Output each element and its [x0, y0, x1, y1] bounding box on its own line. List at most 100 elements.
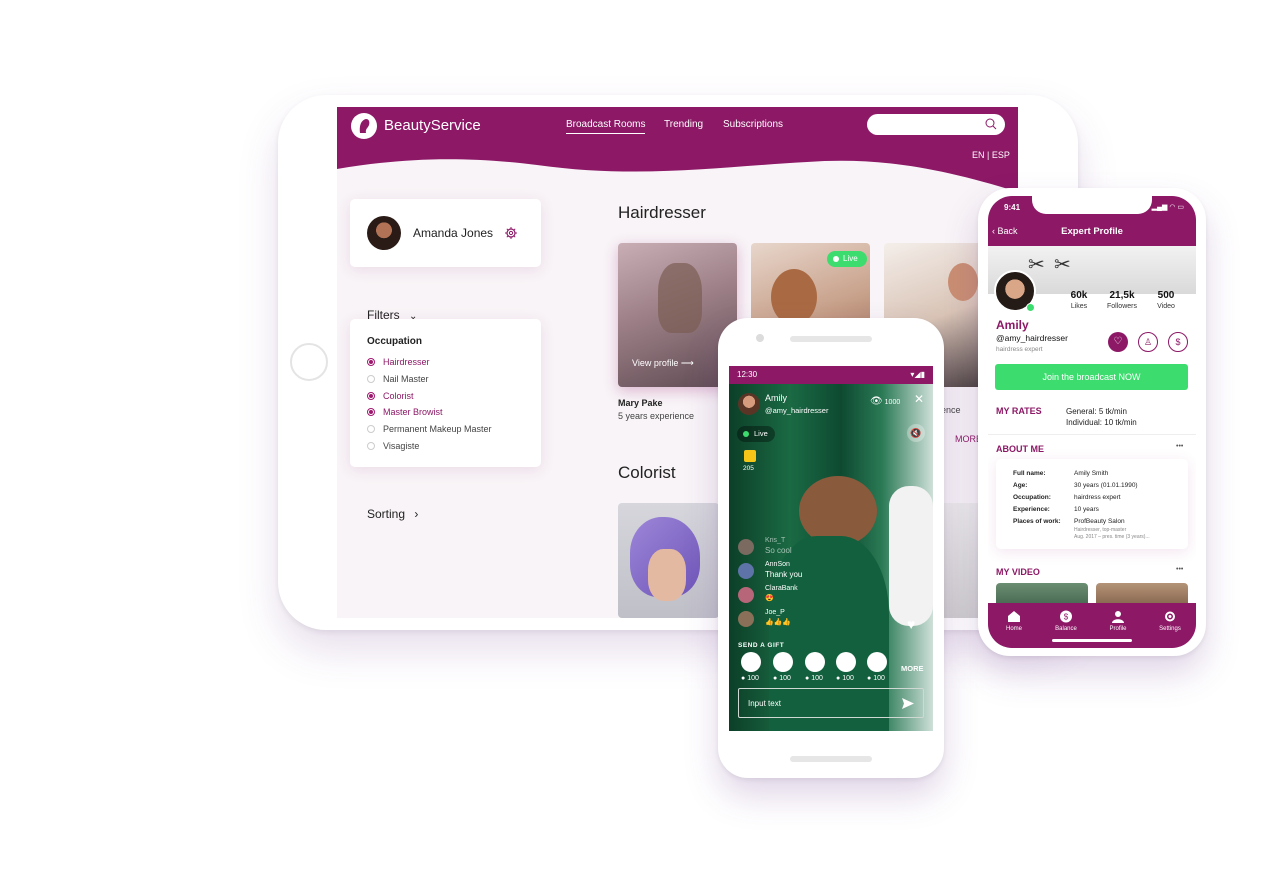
front-camera — [756, 334, 764, 342]
work-subtitle: Hairdresser, top-master — [1074, 527, 1127, 533]
chat-input[interactable]: Input text — [738, 688, 924, 718]
gift-more-button[interactable]: MORE — [901, 664, 924, 673]
chat-text: 👍👍👍 — [765, 619, 792, 626]
radio-icon[interactable] — [367, 358, 375, 366]
tab-balance[interactable]: $ Balance — [1040, 610, 1092, 632]
sorting-toggle[interactable]: Sorting › — [367, 507, 418, 521]
chat-text: So cool — [765, 546, 792, 555]
user-name: Amanda Jones — [413, 226, 494, 240]
tablet-home-button[interactable] — [290, 343, 328, 381]
occupation-label: Nail Master — [383, 374, 429, 384]
section-title-colorist: Colorist — [618, 463, 676, 482]
chat-text: 😍 — [765, 595, 774, 602]
gift-price-value: 100 — [873, 675, 885, 682]
search-input[interactable] — [867, 114, 1005, 135]
nav-trending[interactable]: Trending — [664, 119, 703, 130]
host-name: Amily — [765, 393, 787, 403]
logo-icon[interactable] — [351, 113, 377, 139]
notch — [1032, 196, 1152, 214]
tab-label: Home — [1005, 626, 1022, 632]
stat-video-label: Video — [1157, 303, 1175, 310]
info-key: Full name: — [1013, 470, 1046, 477]
divider — [988, 434, 1196, 435]
stat-video-value: 500 — [1157, 290, 1175, 301]
battery-icon: ▂▄▆ ◠ ▭ — [1151, 204, 1184, 211]
gear-icon[interactable] — [504, 226, 518, 240]
expert-handle: @amy_hairdresser — [996, 333, 1068, 343]
search-icon[interactable] — [985, 118, 997, 130]
about-card: Full name: Amily Smith Age: 30 years (01… — [996, 459, 1188, 549]
send-gift-label: SEND A GIFT — [738, 642, 785, 649]
info-value: hairdress expert — [1074, 494, 1121, 501]
tab-settings[interactable]: Settings — [1144, 610, 1196, 632]
radio-icon[interactable] — [367, 442, 375, 450]
viewer-count: 👁 1000 — [870, 396, 900, 407]
gift-sticker-icon[interactable] — [741, 652, 761, 672]
occupation-visagiste[interactable]: Visagiste — [367, 441, 419, 451]
donate-dollar-icon[interactable]: $ — [1168, 332, 1188, 352]
svg-text:$: $ — [1064, 613, 1069, 622]
tab-label: Balance — [1055, 626, 1077, 632]
user-card[interactable]: Amanda Jones — [350, 199, 541, 267]
occupation-filter: Occupation Hairdresser Nail Master Color… — [350, 319, 541, 467]
info-value: ProfBeauty Salon — [1074, 518, 1125, 525]
occupation-nail-master[interactable]: Nail Master — [367, 374, 429, 384]
radio-icon[interactable] — [367, 375, 375, 383]
scissors-icon: ✂ — [1028, 254, 1045, 276]
avatar[interactable] — [738, 393, 760, 415]
occupation-label: Colorist — [383, 391, 414, 401]
coin-icon — [744, 450, 756, 462]
home-bar — [790, 756, 872, 762]
occupation-label: Hairdresser — [383, 357, 430, 367]
eye-icon: 👁 — [870, 396, 883, 407]
expert-profile-screen: 9:41 ▂▄▆ ◠ ▭ ‹ Back Expert Profile ✂ ✂ 6… — [988, 196, 1196, 648]
gear-icon — [1165, 611, 1175, 622]
close-icon[interactable]: ✕ — [914, 392, 924, 406]
iphone-device: 9:41 ▂▄▆ ◠ ▭ ‹ Back Expert Profile ✂ ✂ 6… — [978, 188, 1206, 656]
like-heart-icon[interactable]: ♡ — [1108, 332, 1128, 352]
balance-dollar-icon: $ — [1060, 610, 1072, 623]
radio-icon[interactable] — [367, 425, 375, 433]
gift-sticker-icon[interactable] — [867, 652, 887, 672]
radio-icon[interactable] — [367, 408, 375, 416]
gift-sticker-icon[interactable] — [805, 652, 825, 672]
avatar — [738, 539, 754, 555]
gift-sticker-icon[interactable] — [773, 652, 793, 672]
mute-icon[interactable]: 🔇 — [907, 424, 925, 442]
live-badge: Live — [737, 426, 775, 442]
view-profile-link[interactable]: View profile ⟶ — [632, 358, 694, 369]
home-icon — [1008, 611, 1020, 622]
stat-likes-label: Likes — [1070, 303, 1088, 310]
occupation-master-browist[interactable]: Master Browist — [367, 407, 443, 417]
join-broadcast-button[interactable]: Join the broadcast NOW — [995, 364, 1188, 390]
more-options-icon[interactable]: ••• — [1176, 443, 1183, 450]
colorist-photo[interactable] — [618, 503, 719, 618]
gift-price: ● 100 — [867, 675, 885, 682]
nav-broadcast-rooms[interactable]: Broadcast Rooms — [566, 119, 646, 134]
occupation-hairdresser[interactable]: Hairdresser — [367, 357, 430, 367]
heart-icon[interactable]: ♥ — [907, 616, 915, 632]
gift-price-value: 100 — [842, 675, 854, 682]
occupation-label: Permanent Makeup Master — [383, 424, 492, 434]
occupation-permanent-makeup[interactable]: Permanent Makeup Master — [367, 424, 492, 434]
live-label: Live — [843, 254, 858, 263]
screen-title: Expert Profile — [1061, 226, 1123, 237]
tab-profile[interactable]: Profile — [1092, 610, 1144, 632]
radio-icon[interactable] — [367, 392, 375, 400]
host-handle: @amy_hairdresser — [765, 406, 829, 415]
tablet-device: BeautyService Broadcast Rooms Trending S… — [278, 95, 1078, 630]
coin-count: 205 — [743, 465, 754, 472]
occupation-colorist[interactable]: Colorist — [367, 391, 414, 401]
tab-home[interactable]: Home — [988, 610, 1040, 632]
nav-subscriptions[interactable]: Subscriptions — [723, 119, 783, 130]
gift-sticker-icon[interactable] — [836, 652, 856, 672]
send-icon[interactable] — [902, 698, 914, 709]
chat-user: ClaraBank — [765, 585, 798, 592]
more-options-icon[interactable]: ••• — [1176, 566, 1183, 573]
language-switcher[interactable]: EN | ESP — [972, 150, 1010, 160]
follow-user-icon[interactable]: ♙ — [1138, 332, 1158, 352]
avatar — [738, 611, 754, 627]
brand-name[interactable]: BeautyService — [384, 117, 481, 134]
expert-name: Mary Pake — [618, 398, 663, 408]
tab-label: Settings — [1159, 626, 1181, 632]
